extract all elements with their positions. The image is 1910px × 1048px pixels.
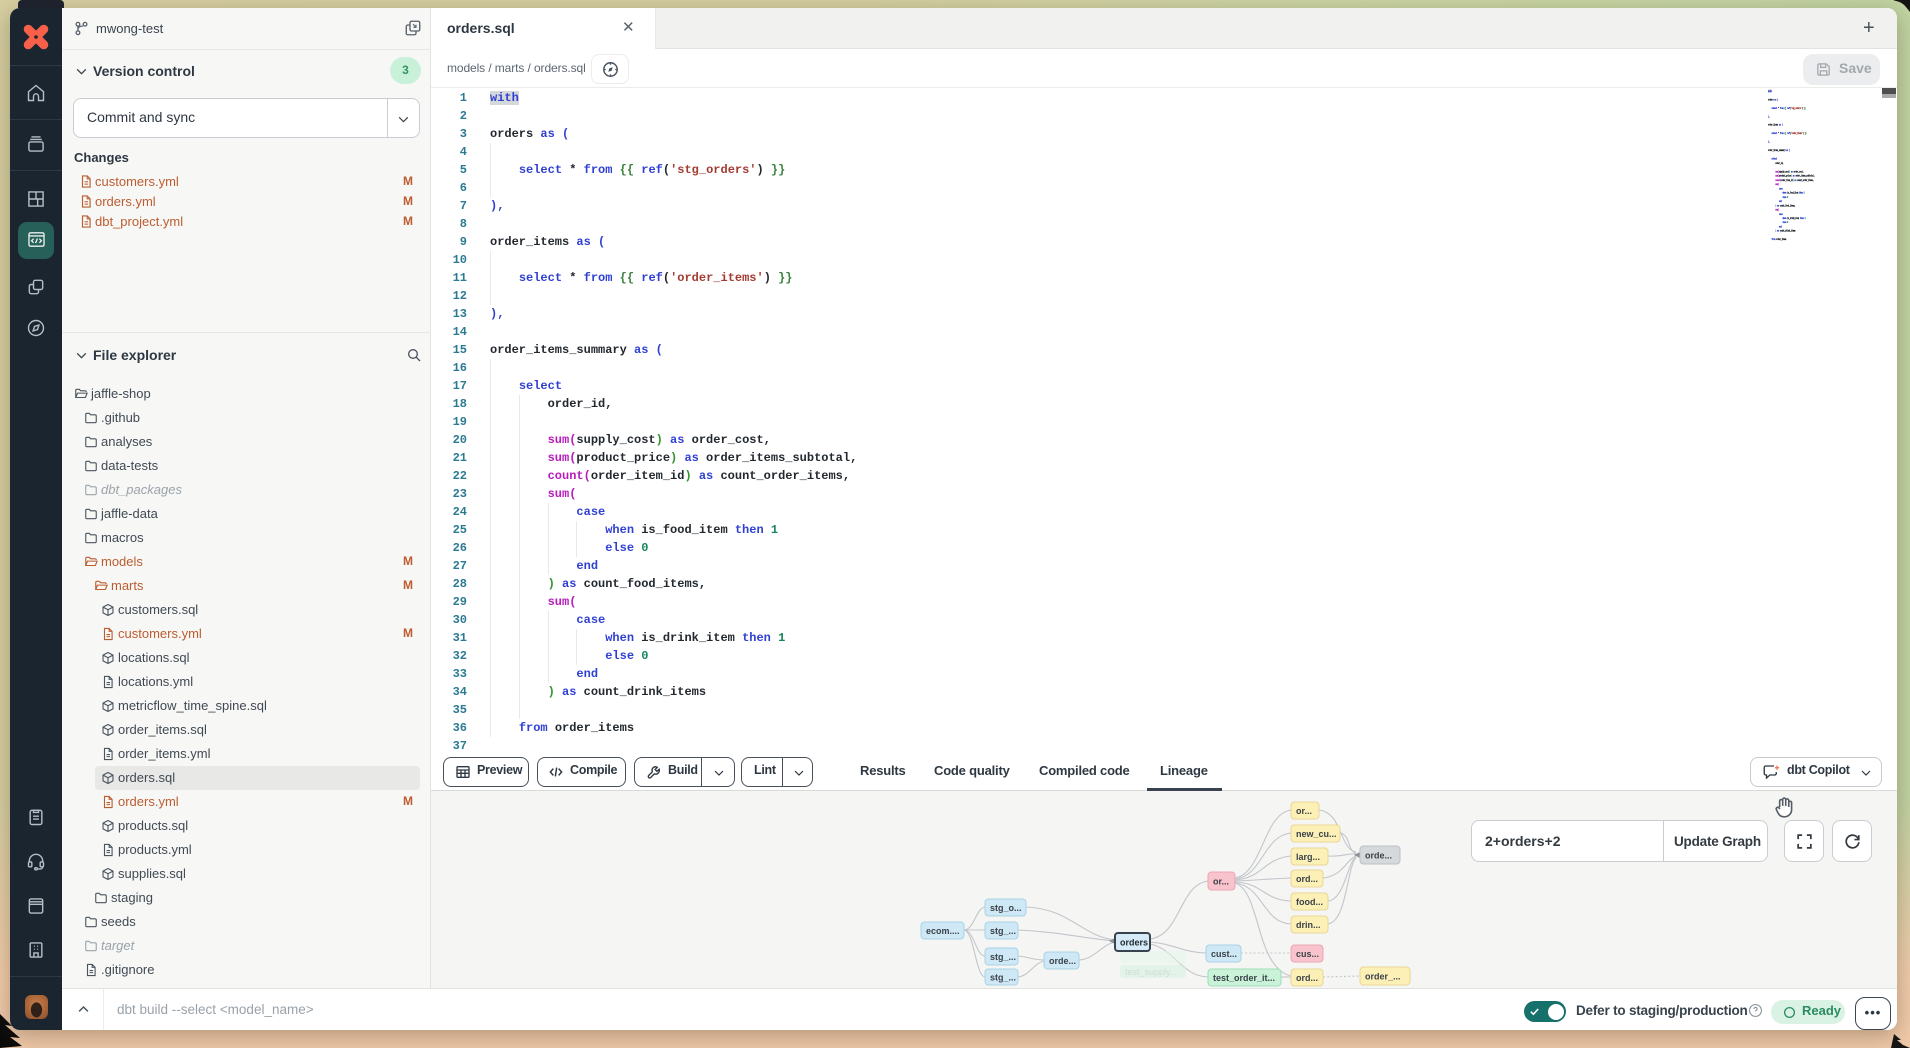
svg-text:stg_o...: stg_o... <box>990 903 1022 913</box>
svg-text:or...: or... <box>1213 877 1229 887</box>
svg-text:drin...: drin... <box>1296 920 1321 930</box>
svg-text:new_cu...: new_cu... <box>1296 829 1337 839</box>
svg-text:stg_...: stg_... <box>990 973 1016 983</box>
svg-text:stg_...: stg_... <box>990 926 1016 936</box>
svg-text:larg...: larg... <box>1296 852 1320 862</box>
svg-text:cus...: cus... <box>1296 949 1319 959</box>
svg-text:or...: or... <box>1296 806 1312 816</box>
svg-text:orders: orders <box>1120 938 1148 948</box>
svg-text:order_...: order_... <box>1365 972 1401 982</box>
svg-text:orde...: orde... <box>1365 851 1392 861</box>
svg-text:stg_...: stg_... <box>990 952 1016 962</box>
svg-text:orde...: orde... <box>1049 956 1076 966</box>
svg-text:ord...: ord... <box>1296 973 1318 983</box>
svg-text:ecom....: ecom.... <box>926 926 960 936</box>
svg-text:test_order_it...: test_order_it... <box>1213 973 1275 983</box>
svg-text:ord...: ord... <box>1296 874 1318 884</box>
svg-text:cust...: cust... <box>1211 949 1237 959</box>
svg-text:food...: food... <box>1296 897 1323 907</box>
svg-text:test_supply...: test_supply... <box>1125 967 1177 977</box>
